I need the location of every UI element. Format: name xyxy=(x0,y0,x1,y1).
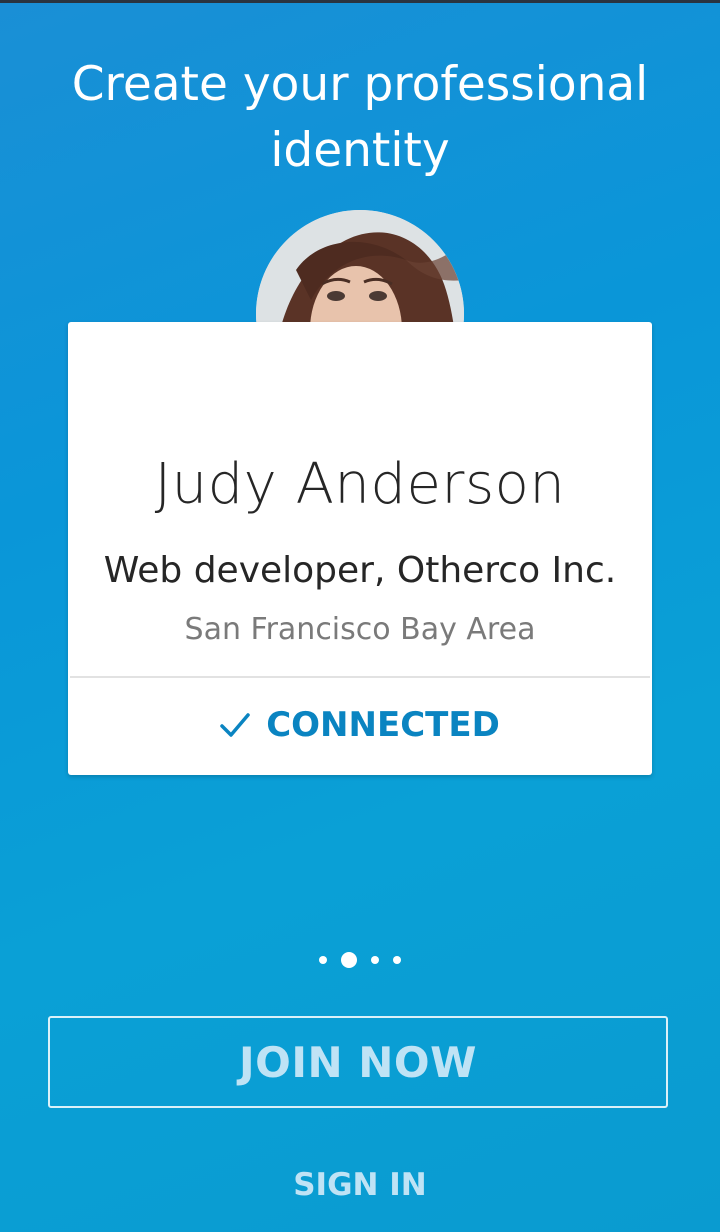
connected-status: CONNECTED xyxy=(68,700,652,750)
profile-card: Judy Anderson Web developer, Otherco Inc… xyxy=(68,322,652,775)
page-dot[interactable] xyxy=(393,956,401,964)
profile-title: Web developer, Otherco Inc. xyxy=(103,550,617,591)
profile-name: Judy Anderson xyxy=(154,452,566,517)
page-headline: Create your professional identity xyxy=(71,57,649,178)
check-icon xyxy=(220,713,250,737)
page-dot[interactable] xyxy=(371,956,379,964)
card-divider xyxy=(70,676,650,678)
profile-location: San Francisco Bay Area xyxy=(184,612,536,647)
status-bar-strip xyxy=(0,0,720,3)
page-dot[interactable] xyxy=(319,956,327,964)
page-dot-active[interactable] xyxy=(341,952,357,968)
join-now-button[interactable]: JOIN NOW xyxy=(48,1016,668,1108)
page-indicator xyxy=(310,948,410,972)
sign-in-link[interactable]: SIGN IN xyxy=(260,1160,460,1210)
connected-label: CONNECTED xyxy=(266,705,500,745)
